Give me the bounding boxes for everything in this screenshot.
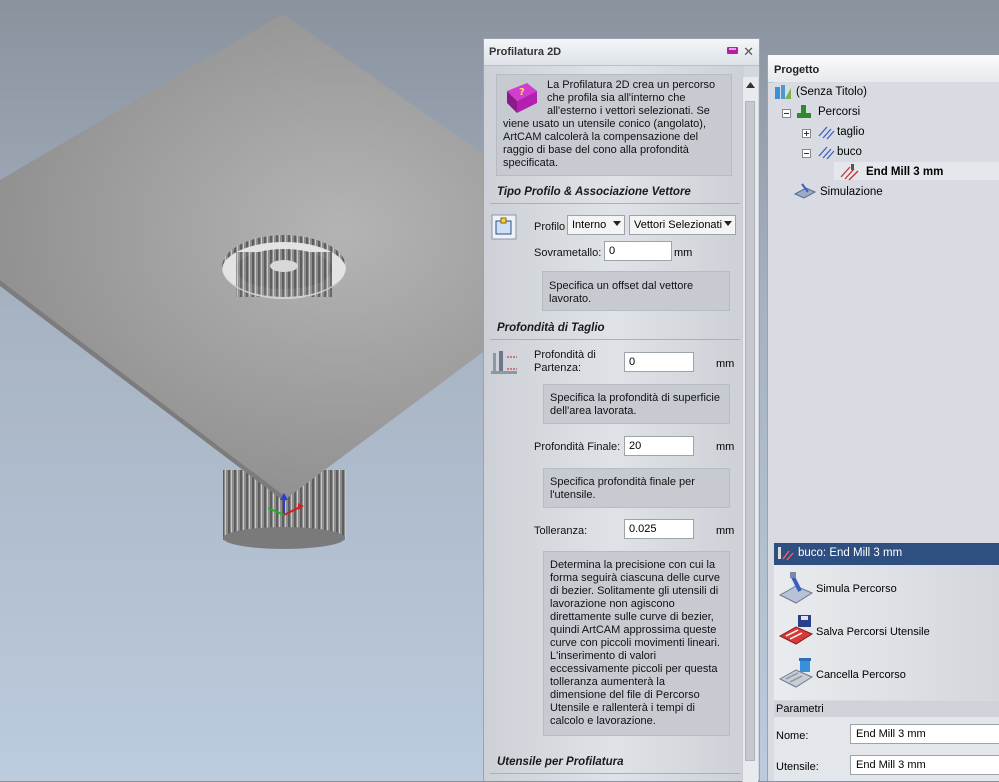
project-panel: Progetto (Senza Titolo) Percorsi taglio … <box>767 55 999 781</box>
delete-toolpath-label: Cancella Percorso <box>816 669 906 681</box>
toolpath-buco-icon <box>818 146 835 160</box>
delete-toolpath-button[interactable]: Cancella Percorso <box>778 655 998 695</box>
tolerance-unit: mm <box>716 525 735 537</box>
profile-type-icon <box>491 214 517 240</box>
scroll-thumb[interactable] <box>745 101 755 761</box>
profile-label: Profilo <box>534 221 566 233</box>
tree-item-tool[interactable]: End Mill 3 mm <box>866 166 943 178</box>
tree-simulation[interactable]: Simulazione <box>820 186 883 198</box>
name-input[interactable]: End Mill 3 mm <box>850 724 999 744</box>
section-profile-title: Tipo Profilo & Associazione Vettore <box>497 186 691 198</box>
3d-viewport[interactable] <box>0 0 483 781</box>
simulate-label: Simula Percorso <box>816 583 897 595</box>
depth-icon <box>491 351 517 374</box>
allowance-help: Specifica un offset dal vettore lavorato… <box>542 271 730 311</box>
scroll-up-icon[interactable] <box>746 82 755 88</box>
parameters-section: Parametri Nome: End Mill 3 mm Utensile: … <box>774 701 999 781</box>
3d-model-view <box>0 14 483 549</box>
panel-content: ? La Profilatura 2D crea un percorso che… <box>484 66 744 781</box>
final-depth-label: Profondità Finale: <box>534 441 621 453</box>
toolpath-header: buco: End Mill 3 mm <box>774 543 999 565</box>
help-book-icon: ? <box>507 83 537 113</box>
project-title: Progetto <box>774 64 820 76</box>
svg-text:?: ? <box>519 87 525 98</box>
toolpath-actions: Simula Percorso Salva Percorsi Utensile … <box>774 565 999 700</box>
project-titlebar: Progetto <box>768 55 999 83</box>
intro-box: ? La Profilatura 2D crea un percorso che… <box>496 74 732 176</box>
allowance-input[interactable]: 0 <box>604 241 672 261</box>
simulation-icon <box>794 183 816 199</box>
save-toolpaths-button[interactable]: Salva Percorsi Utensile <box>778 612 998 652</box>
collapse-icon[interactable] <box>802 149 811 158</box>
profile-2d-panel: Profilatura 2D ✕ ? La Profilatura 2D cre… <box>483 38 760 782</box>
separator <box>490 773 740 774</box>
tree-item-taglio[interactable]: taglio <box>837 126 865 138</box>
start-depth-input[interactable]: 0 <box>624 352 694 372</box>
toolpath-header-title: buco: End Mill 3 mm <box>798 547 903 559</box>
name-label: Nome: <box>776 730 809 742</box>
tool-label: Utensile: <box>776 761 819 773</box>
final-depth-unit: mm <box>716 441 735 453</box>
collapse-icon[interactable] <box>782 109 791 118</box>
separator <box>490 339 740 340</box>
start-depth-help: Specifica la profondità di superficie de… <box>543 384 730 424</box>
profile-select[interactable]: Interno <box>567 215 625 235</box>
allowance-unit: mm <box>674 247 693 259</box>
panel-scrollbar[interactable] <box>742 77 758 782</box>
start-depth-label: Profondità di Partenza: <box>534 349 596 374</box>
pin-icon[interactable] <box>726 45 739 60</box>
separator <box>490 203 740 204</box>
allowance-label: Sovrametallo: <box>534 247 602 259</box>
panel-titlebar: Profilatura 2D ✕ <box>484 39 759 66</box>
toolpath-header-icon <box>778 547 794 561</box>
delete-toolpath-icon <box>778 658 814 688</box>
tolerance-label: Tolleranza: <box>534 525 588 537</box>
chevron-down-icon <box>613 221 621 226</box>
end-mill-icon <box>840 164 859 181</box>
close-icon[interactable]: ✕ <box>743 44 754 60</box>
save-toolpaths-icon <box>778 615 814 645</box>
toolpaths-icon <box>797 105 811 118</box>
save-toolpaths-label: Salva Percorsi Utensile <box>816 626 930 638</box>
start-depth-unit: mm <box>716 358 735 370</box>
tool-input[interactable]: End Mill 3 mm <box>850 755 999 775</box>
panel-title: Profilatura 2D <box>489 46 562 58</box>
profile-select-value: Interno <box>572 219 607 231</box>
chevron-down-icon <box>724 221 732 226</box>
project-tree: (Senza Titolo) Percorsi taglio buco End … <box>774 82 999 542</box>
tree-root[interactable]: (Senza Titolo) <box>796 86 867 98</box>
parameters-header: Parametri <box>774 701 999 717</box>
tolerance-input[interactable]: 0.025 <box>624 519 694 539</box>
section-depth-title: Profondità di Taglio <box>497 322 605 334</box>
vectors-select[interactable]: Vettori Selezionati <box>629 215 736 235</box>
vectors-select-value: Vettori Selezionati <box>634 219 723 231</box>
tree-toolpaths[interactable]: Percorsi <box>818 106 860 118</box>
final-depth-input[interactable]: 20 <box>624 436 694 456</box>
section-tool-title: Utensile per Profilatura <box>497 756 624 768</box>
project-root-icon <box>775 85 791 99</box>
toolpath-taglio-icon <box>818 126 835 140</box>
simulate-icon <box>778 572 814 604</box>
tree-item-buco[interactable]: buco <box>837 146 862 158</box>
expand-icon[interactable] <box>802 129 811 138</box>
tolerance-help: Determina la precisione con cui la forma… <box>543 551 730 736</box>
final-depth-help: Specifica profondità finale per l'utensi… <box>543 468 730 508</box>
simulate-toolpath-button[interactable]: Simula Percorso <box>778 569 998 609</box>
